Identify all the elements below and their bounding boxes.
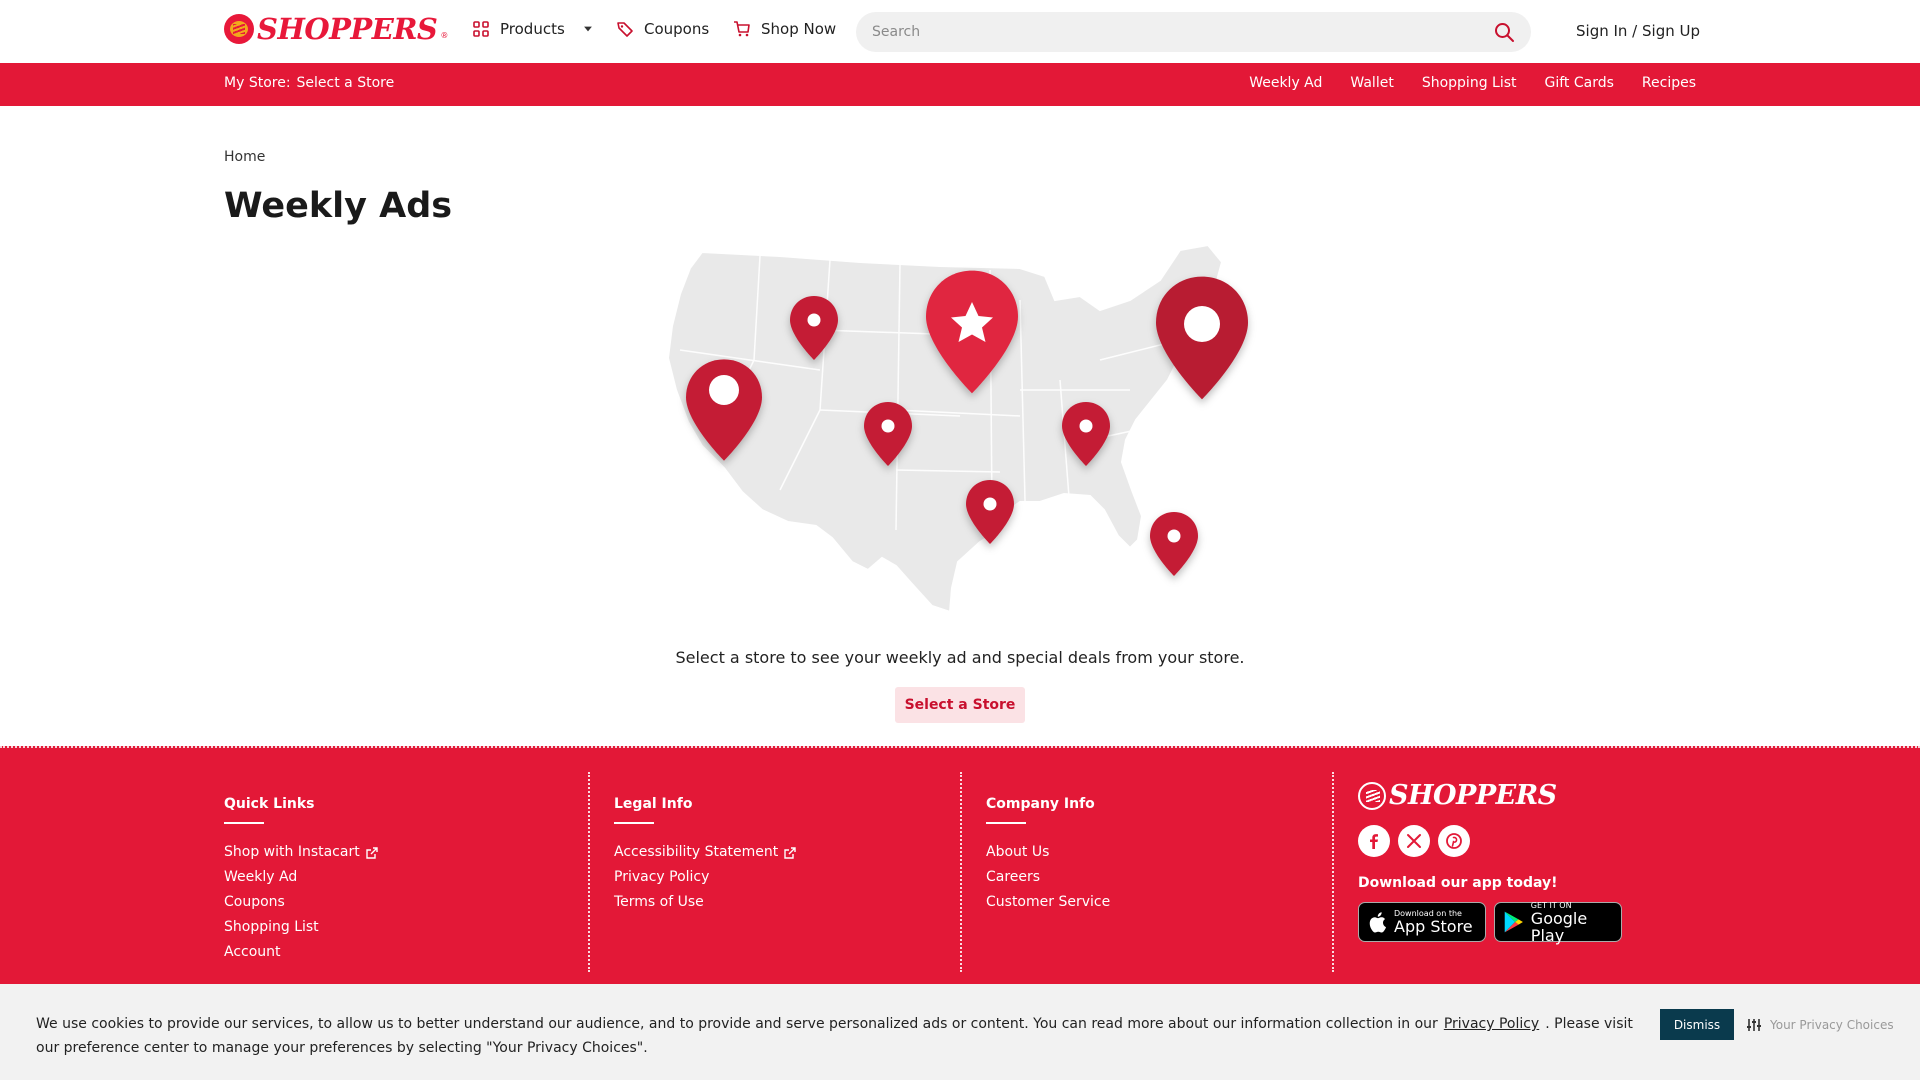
search-icon[interactable]: [1493, 21, 1515, 43]
site-header: SHOPPERS ® Products Coupons Shop Now Sig…: [0, 0, 1920, 63]
footer-logo[interactable]: SHOPPERS: [1358, 780, 1622, 811]
my-store: My Store: Select a Store: [224, 75, 394, 91]
apple-icon: [1369, 912, 1386, 933]
footer-link-account[interactable]: Account: [224, 940, 379, 965]
link-weekly-ad[interactable]: Weekly Ad: [1249, 75, 1322, 91]
nav-products-label: Products: [500, 20, 565, 38]
footer-divider: [588, 772, 590, 972]
tag-icon: [617, 22, 633, 37]
nav-products[interactable]: Products: [472, 20, 595, 38]
cookie-text-before: We use cookies to provide our services, …: [36, 1016, 1438, 1032]
title-underline: [986, 822, 1026, 824]
legal-info-column: Legal Info Accessibility Statement Priva…: [614, 796, 797, 915]
page-title: Weekly Ads: [224, 186, 453, 226]
nav-shop-now-label: Shop Now: [761, 20, 837, 38]
cookie-privacy-policy-link[interactable]: Privacy Policy: [1444, 1016, 1539, 1032]
select-store-button[interactable]: Select a Store: [895, 687, 1025, 723]
search-input[interactable]: [872, 24, 1493, 40]
map-pin-marker: [1150, 512, 1198, 576]
company-info-column: Company Info About Us Careers Customer S…: [986, 796, 1110, 915]
cookie-message: We use cookies to provide our services, …: [36, 1012, 1636, 1060]
footer-logo-text: SHOPPERS: [1389, 780, 1557, 811]
logo-badge-icon: [1358, 781, 1386, 810]
footer-link-shopping-list[interactable]: Shopping List: [224, 915, 379, 940]
breadcrumb-home[interactable]: Home: [224, 149, 265, 165]
external-link-icon: [784, 846, 796, 859]
footer-divider: [1332, 772, 1334, 972]
nav-coupons[interactable]: Coupons: [616, 20, 709, 38]
pinterest-icon[interactable]: [1438, 825, 1470, 857]
footer-divider: [960, 772, 962, 972]
us-map-illustration: [666, 243, 1248, 614]
footer-link-about[interactable]: About Us: [986, 840, 1110, 865]
logo-text: SHOPPERS: [257, 12, 438, 46]
social-links: [1358, 825, 1622, 857]
cookie-dismiss-button[interactable]: Dismiss: [1660, 1009, 1734, 1040]
app-store-badge[interactable]: Download on the App Store: [1358, 902, 1486, 942]
nav-coupons-label: Coupons: [644, 20, 710, 38]
store-bar-links: Weekly Ad Wallet Shopping List Gift Card…: [1249, 75, 1696, 91]
my-store-label: My Store:: [224, 75, 291, 91]
external-link-icon: [366, 846, 378, 859]
caret-down-icon: [583, 26, 592, 32]
store-bar: My Store: Select a Store Weekly Ad Walle…: [0, 63, 1920, 106]
privacy-choices-label: Your Privacy Choices: [1770, 1018, 1894, 1032]
link-recipes[interactable]: Recipes: [1642, 75, 1696, 91]
sliders-icon: [1747, 1019, 1761, 1031]
registered-mark: ®: [440, 31, 449, 40]
quick-links-column: Quick Links Shop with Instacart Weekly A…: [224, 796, 379, 965]
download-app-title: Download our app today!: [1358, 875, 1558, 891]
cookie-banner: We use cookies to provide our services, …: [0, 984, 1920, 1080]
logo-badge-icon: [224, 14, 254, 44]
sign-in-link[interactable]: Sign In / Sign Up: [1576, 22, 1700, 40]
shoppers-logo[interactable]: SHOPPERS ®: [224, 12, 448, 46]
app-store-badges: Download on the App Store GET IT ON Goog…: [1358, 901, 1622, 945]
nav-shop-now[interactable]: Shop Now: [733, 20, 836, 38]
footer-link-privacy-policy[interactable]: Privacy Policy: [614, 865, 797, 890]
footer-link-instacart[interactable]: Shop with Instacart: [224, 840, 379, 865]
select-store-message: Select a store to see your weekly ad and…: [675, 648, 1245, 667]
map-pin-marker: [1156, 276, 1248, 400]
google-play-big: Google Play: [1530, 908, 1588, 945]
footer-link-weekly-ad[interactable]: Weekly Ad: [224, 865, 379, 890]
title-underline: [224, 822, 264, 824]
link-shopping-list[interactable]: Shopping List: [1422, 75, 1517, 91]
footer-link-careers[interactable]: Careers: [986, 865, 1110, 890]
footer-link-label: Shop with Instacart: [224, 844, 360, 860]
app-store-big: App Store: [1394, 917, 1473, 936]
select-store-link[interactable]: Select a Store: [297, 75, 395, 91]
footer-link-customer-service[interactable]: Customer Service: [986, 890, 1110, 915]
link-gift-cards[interactable]: Gift Cards: [1545, 75, 1614, 91]
footer-brand-column: SHOPPERS Download our app today! Downloa…: [1358, 780, 1622, 945]
footer-link-label: Accessibility Statement: [614, 844, 779, 860]
footer-link-terms[interactable]: Terms of Use: [614, 890, 797, 915]
footer-link-coupons[interactable]: Coupons: [224, 890, 379, 915]
facebook-icon[interactable]: [1358, 825, 1390, 857]
x-icon[interactable]: [1398, 825, 1430, 857]
company-info-title: Company Info: [986, 796, 1095, 812]
title-underline: [614, 822, 654, 824]
privacy-choices-link[interactable]: Your Privacy Choices: [1746, 1017, 1894, 1033]
google-play-icon: [1504, 911, 1523, 933]
quick-links-title: Quick Links: [224, 796, 315, 812]
search-bar: [856, 12, 1531, 52]
footer-link-accessibility[interactable]: Accessibility Statement: [614, 840, 797, 865]
cart-icon: [734, 21, 750, 37]
grid-icon: [473, 21, 489, 37]
google-play-badge[interactable]: GET IT ON Google Play: [1494, 901, 1622, 945]
legal-info-title: Legal Info: [614, 796, 693, 812]
link-wallet[interactable]: Wallet: [1350, 75, 1393, 91]
